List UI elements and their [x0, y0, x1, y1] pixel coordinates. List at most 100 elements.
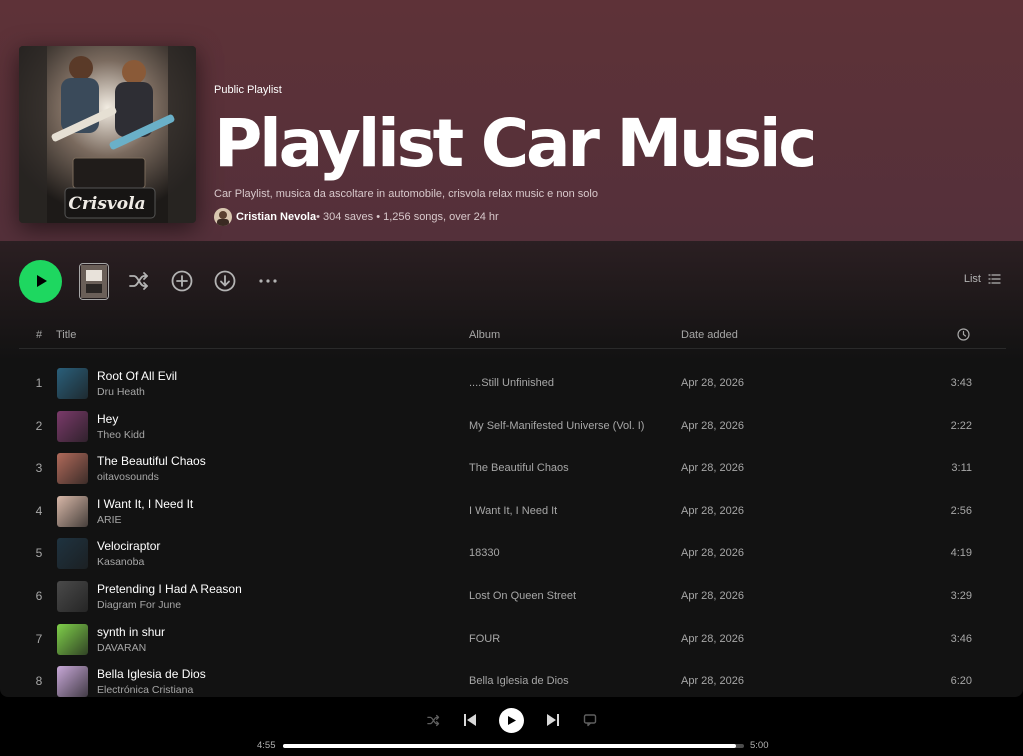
play-icon: [508, 715, 516, 725]
view-mode-toggle[interactable]: List: [964, 273, 1001, 285]
track-album[interactable]: My Self-Manifested Universe (Vol. I): [469, 420, 644, 432]
playlist-stats: • 304 saves • 1,256 songs, over 24 hr: [316, 211, 499, 223]
track-album[interactable]: FOUR: [469, 633, 500, 645]
add-circle-icon: [171, 270, 193, 292]
track-album[interactable]: Bella Iglesia de Dios: [469, 675, 569, 687]
view-mode-label: List: [963, 273, 981, 285]
track-album[interactable]: The Beautiful Chaos: [469, 462, 569, 474]
playlist-type-label: Public Playlist: [214, 84, 282, 96]
more-icon: [259, 279, 277, 283]
track-artwork: [57, 538, 88, 570]
track-title[interactable]: Root Of All Evil: [97, 369, 177, 383]
track-artwork: [57, 453, 88, 485]
table-row[interactable]: 2 Hey Theo Kidd My Self-Manifested Universe…: [19, 405, 1006, 448]
playlist-cover: Crisvola: [19, 46, 196, 223]
table-row[interactable]: 5 Velociraptor Kasanoba 18330 Apr 28, 2026 4:…: [19, 532, 1006, 575]
track-title[interactable]: Bella Iglesia de Dios: [97, 667, 206, 681]
table-row[interactable]: 8 Bella Iglesia de Dios Electrónica Cristi…: [19, 660, 1006, 697]
progress-bar[interactable]: [283, 744, 744, 748]
playlist-title: Playlist Car Music: [214, 105, 817, 182]
table-row[interactable]: 1 Root Of All Evil Dru Heath ....Still Unfi…: [19, 362, 1006, 405]
cover-logo: Crisvola: [68, 194, 145, 214]
playback-bar: 4:55 5:00: [0, 697, 1023, 756]
track-artist[interactable]: Dru Heath: [97, 386, 145, 398]
previous-button[interactable]: [462, 712, 478, 728]
table-row[interactable]: 6 Pretending I Had A Reason Diagram For Ju…: [19, 575, 1006, 618]
track-artwork: [57, 368, 88, 399]
next-icon: [547, 714, 559, 726]
track-duration: 4:19: [950, 547, 972, 560]
track-artist[interactable]: Kasanoba: [97, 556, 144, 568]
track-number: 5: [35, 546, 43, 561]
track-artwork: [57, 666, 88, 697]
playlist-description: Car Playlist, musica da ascoltare in aut…: [214, 188, 598, 200]
header-number: #: [36, 329, 43, 341]
track-duration: 3:29: [950, 589, 972, 602]
header-date-added[interactable]: Date added: [681, 329, 738, 341]
add-to-library-button[interactable]: [169, 268, 195, 294]
track-number: 7: [35, 631, 43, 646]
track-list: 1 Root Of All Evil Dru Heath ....Still Unfi…: [19, 362, 1006, 697]
track-title[interactable]: Pretending I Had A Reason: [97, 582, 242, 596]
progress-fill: [283, 744, 737, 748]
track-title[interactable]: Velociraptor: [97, 539, 160, 553]
table-row[interactable]: 7 synth in shur DAVARAN FOUR Apr 28, 2026 3:4…: [19, 618, 1006, 661]
track-title[interactable]: Hey: [97, 412, 118, 426]
track-artist[interactable]: Electrónica Cristiana: [97, 684, 193, 696]
shuffle-icon: [426, 714, 439, 726]
track-artist[interactable]: DAVARAN: [97, 642, 146, 654]
track-duration: 3:46: [950, 632, 972, 645]
track-title[interactable]: I Want It, I Need It: [97, 497, 193, 511]
track-date-added: Apr 28, 2026: [681, 377, 744, 389]
track-album[interactable]: I Want It, I Need It: [469, 505, 557, 517]
track-album[interactable]: Lost On Queen Street: [469, 590, 576, 602]
track-artist[interactable]: Diagram For June: [97, 599, 181, 611]
track-duration: 2:22: [950, 419, 972, 432]
track-number: 6: [35, 588, 43, 603]
track-number: 3: [35, 461, 43, 476]
playlist-thumbnail-button[interactable]: [79, 262, 109, 300]
track-artist[interactable]: oitavosounds: [97, 471, 159, 483]
track-album[interactable]: 18330: [469, 547, 500, 559]
shuffle-toggle-button[interactable]: [425, 712, 441, 728]
shuffle-button[interactable]: [126, 268, 152, 294]
clock-icon: [957, 328, 970, 341]
track-date-added: Apr 28, 2026: [681, 675, 744, 688]
more-options-button[interactable]: [255, 268, 281, 294]
track-duration: 6:20: [950, 675, 972, 688]
next-button[interactable]: [545, 712, 561, 728]
track-number: 1: [35, 376, 43, 390]
header-album[interactable]: Album: [469, 329, 500, 341]
table-row[interactable]: 4 I Want It, I Need It ARIE I Want It, I Ne…: [19, 490, 1006, 533]
track-artwork: [57, 495, 88, 527]
track-artist[interactable]: Theo Kidd: [97, 429, 145, 441]
track-date-added: Apr 28, 2026: [681, 632, 744, 645]
track-title[interactable]: The Beautiful Chaos: [97, 454, 206, 468]
track-title[interactable]: synth in shur: [97, 625, 165, 639]
track-artwork: [57, 410, 88, 442]
track-artist[interactable]: ARIE: [97, 514, 122, 526]
track-album[interactable]: ....Still Unfinished: [469, 377, 554, 389]
header-duration[interactable]: [957, 328, 970, 344]
player-play-button[interactable]: [499, 707, 524, 733]
owner-avatar[interactable]: [214, 208, 232, 226]
elapsed-time: 4:55: [257, 740, 276, 751]
playlist-header: Crisvola Public Playlist Playlist Car Mu…: [0, 0, 1023, 241]
main-view: Crisvola Public Playlist Playlist Car Mu…: [0, 0, 1023, 697]
track-number: 2: [35, 418, 43, 433]
play-button[interactable]: [19, 259, 62, 303]
track-date-added: Apr 28, 2026: [681, 419, 744, 432]
download-button[interactable]: [212, 268, 238, 294]
action-bar: [19, 259, 281, 303]
table-row[interactable]: 3 The Beautiful Chaos oitavosounds The Beau…: [19, 447, 1006, 490]
owner-name-link[interactable]: Cristian Nevola: [236, 211, 316, 223]
track-artwork: [57, 580, 88, 612]
track-duration: 3:43: [950, 377, 972, 389]
queue-button[interactable]: [582, 712, 598, 728]
header-title[interactable]: Title: [56, 329, 76, 341]
playlist-info: Public Playlist Playlist Car Music Car P…: [214, 84, 1004, 226]
download-icon: [214, 270, 236, 292]
track-table-header: # Title Album Date added: [19, 324, 1006, 349]
track-date-added: Apr 28, 2026: [681, 589, 744, 602]
playlist-meta: Cristian Nevola • 304 saves • 1,256 song…: [214, 208, 1004, 226]
